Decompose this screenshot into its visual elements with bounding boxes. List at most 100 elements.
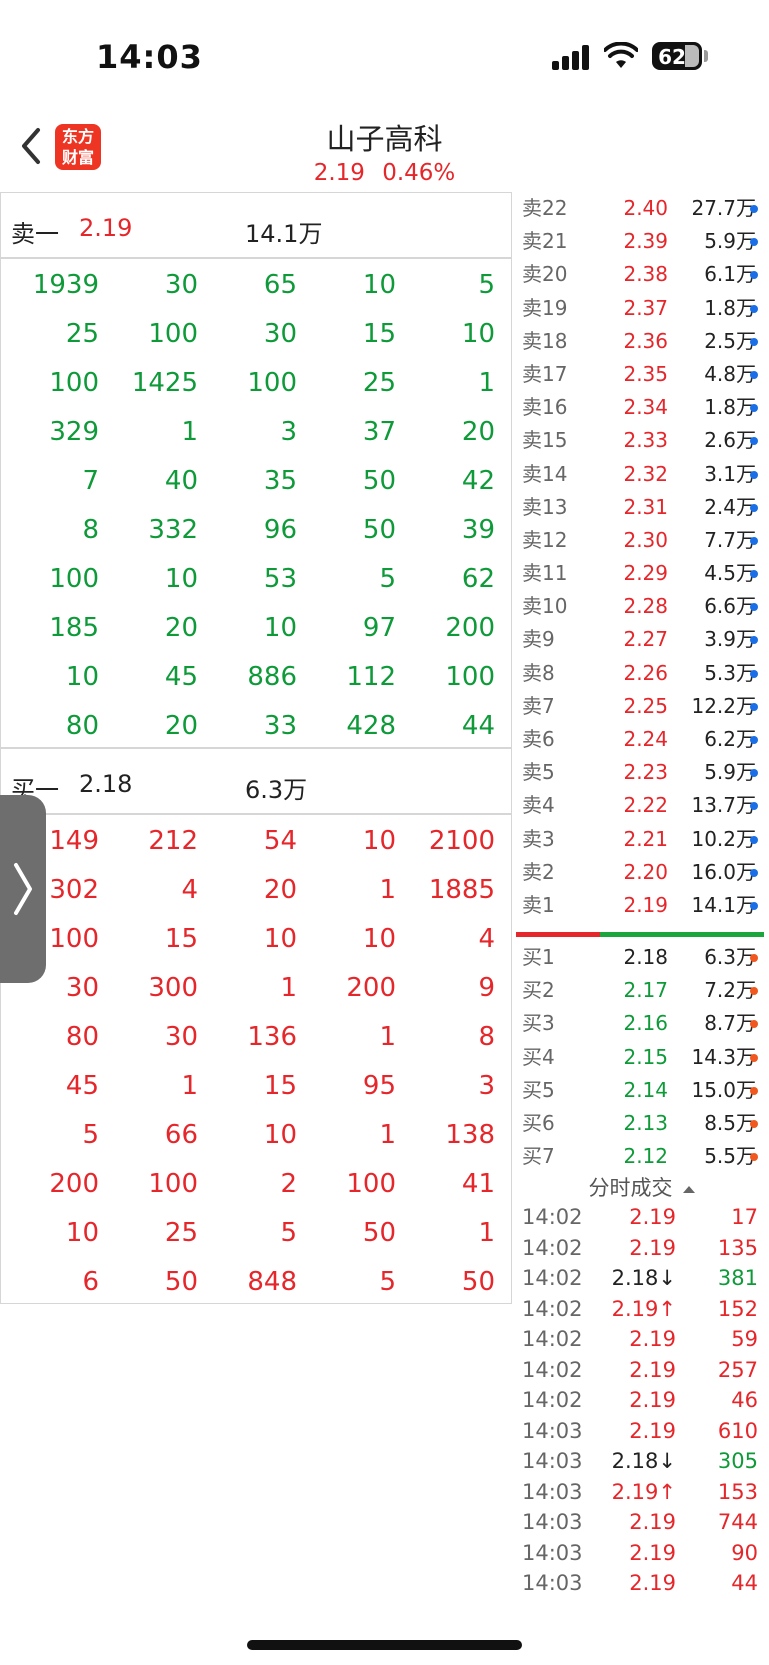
ask-price: 2.28 — [623, 594, 668, 619]
ask-row[interactable]: 卖15 2.33 2.6万 — [514, 424, 769, 457]
queue-cell: 100 — [148, 319, 198, 349]
ask-row[interactable]: 卖10 2.28 6.6万 — [514, 590, 769, 623]
bid-row[interactable]: 买2 2.17 7.2万 — [514, 974, 769, 1007]
time-and-sales-list[interactable]: 14:02 2.19 17 14:02 2.19 135 14:02 2.18↓ 381 14:0… — [514, 1202, 769, 1599]
ask-row[interactable]: 卖4 2.22 13.7万 — [514, 789, 769, 822]
ask-level-label: 卖5 — [522, 760, 555, 785]
ask-row[interactable]: 卖8 2.26 5.3万 — [514, 657, 769, 690]
ticks-header[interactable]: 分时成交 — [514, 1172, 769, 1200]
tick-volume: 257 — [717, 1357, 758, 1382]
ask-row[interactable]: 卖14 2.32 3.1万 — [514, 458, 769, 491]
ask-dot-icon — [750, 304, 758, 313]
queue-cell: 30 — [263, 319, 297, 349]
ask-row[interactable]: 卖21 2.39 5.9万 — [514, 225, 769, 258]
ask-price: 2.35 — [623, 361, 668, 386]
tick-time: 14:03 — [522, 1571, 583, 1595]
tick-volume: 152 — [717, 1296, 758, 1321]
queue-cell: 33 — [263, 711, 297, 741]
ask-row[interactable]: 卖18 2.36 2.5万 — [514, 325, 769, 358]
ask-row[interactable]: 卖20 2.38 6.1万 — [514, 258, 769, 291]
ask-row[interactable]: 卖3 2.21 10.2万 — [514, 823, 769, 856]
ask-row[interactable]: 卖5 2.23 5.9万 — [514, 756, 769, 789]
ask-level-label: 卖17 — [522, 361, 568, 386]
ask-row[interactable]: 卖2 2.20 16.0万 — [514, 856, 769, 889]
queue-cell: 428 — [346, 711, 396, 741]
ask-row[interactable]: 卖22 2.40 27.7万 — [514, 192, 769, 225]
bid-row[interactable]: 买3 2.16 8.7万 — [514, 1007, 769, 1040]
bid-dot-icon — [750, 1086, 758, 1095]
bid-volume: 14.3万 — [691, 1044, 756, 1069]
ask-dot-icon — [750, 603, 758, 612]
queue-cell: 20 — [164, 711, 198, 741]
bid-row[interactable]: 买6 2.13 8.5万 — [514, 1107, 769, 1140]
tick-time: 14:02 — [522, 1357, 583, 1382]
tick-volume: 46 — [731, 1388, 758, 1412]
ask-row[interactable]: 卖19 2.37 1.8万 — [514, 292, 769, 325]
ask-volume: 14.1万 — [691, 892, 756, 917]
queue-cell: 3 — [280, 417, 297, 447]
queue-cell: 138 — [445, 1120, 495, 1150]
bid-row[interactable]: 买1 2.18 6.3万 — [514, 941, 769, 974]
ask-row[interactable]: 卖17 2.35 4.8万 — [514, 358, 769, 391]
ask-level-label: 卖21 — [522, 229, 568, 254]
ask-row[interactable]: 卖1 2.19 14.1万 — [514, 889, 769, 922]
bid-dot-icon — [750, 1053, 758, 1062]
bid-level-label: 买7 — [522, 1144, 555, 1169]
queue-cell: 15 — [164, 924, 198, 954]
queue-cell: 1 — [478, 368, 495, 398]
ask-price: 2.20 — [623, 859, 668, 884]
ask-level-label: 卖12 — [522, 527, 568, 552]
ask-price: 2.40 — [623, 196, 668, 220]
ask-volume: 3.1万 — [704, 461, 756, 486]
ask-dot-icon — [750, 570, 758, 579]
tick-price: 2.19 — [629, 1235, 676, 1260]
bid-row[interactable]: 买7 2.12 5.5万 — [514, 1140, 769, 1173]
tick-price: 2.19↑ — [611, 1479, 676, 1504]
queue-cell: 100 — [148, 1169, 198, 1199]
ask-dot-icon — [750, 503, 758, 512]
ask-row[interactable]: 卖11 2.29 4.5万 — [514, 557, 769, 590]
queue-cell: 10 — [263, 1120, 297, 1150]
queue-cell: 112 — [346, 662, 396, 692]
queue-cell: 1 — [181, 1071, 198, 1101]
buy-one-header: 买一 2.18 6.3万 — [1, 749, 511, 815]
bid-row[interactable]: 买5 2.14 15.0万 — [514, 1074, 769, 1107]
caret-up-icon — [682, 1185, 695, 1193]
ask-price: 2.26 — [623, 660, 668, 685]
ask-row[interactable]: 卖16 2.34 1.8万 — [514, 391, 769, 424]
ask-row[interactable]: 卖12 2.30 7.7万 — [514, 524, 769, 557]
bid-row[interactable]: 买4 2.15 14.3万 — [514, 1041, 769, 1074]
ask-level-label: 卖7 — [522, 693, 555, 718]
bid-dot-icon — [750, 1153, 758, 1162]
queue-cell: 37 — [362, 417, 396, 447]
ask-row[interactable]: 卖7 2.25 12.2万 — [514, 690, 769, 723]
ask-dot-icon — [750, 868, 758, 877]
tick-price: 2.18↓ — [611, 1266, 676, 1290]
queue-cell: 97 — [362, 613, 396, 643]
ask-row[interactable]: 卖9 2.27 3.9万 — [514, 623, 769, 656]
queue-cell: 1 — [379, 1120, 396, 1150]
home-indicator[interactable] — [247, 1640, 522, 1650]
tick-row: 14:02 2.19 59 — [514, 1324, 769, 1355]
tick-price: 2.19 — [629, 1418, 676, 1443]
queue-cell: 41 — [461, 1169, 495, 1199]
ask-level-label: 卖4 — [522, 793, 555, 818]
buy-one-price: 2.18 — [79, 770, 133, 798]
ask-level-label: 卖14 — [522, 461, 568, 486]
ask-row[interactable]: 卖13 2.31 2.4万 — [514, 491, 769, 524]
ask-dot-icon — [750, 205, 758, 213]
sell-one-header: 卖一 2.19 14.1万 — [1, 193, 511, 259]
bid-price: 2.15 — [623, 1044, 668, 1069]
side-panel-handle[interactable] — [0, 795, 46, 983]
ask-row[interactable]: 卖6 2.24 6.2万 — [514, 723, 769, 756]
queue-cell: 50 — [362, 515, 396, 545]
queue-cell: 54 — [263, 826, 297, 856]
ask-volume: 2.6万 — [704, 428, 756, 453]
tick-time: 14:03 — [522, 1510, 583, 1534]
ask-level-label: 卖18 — [522, 328, 568, 353]
queue-cell: 10 — [461, 319, 495, 349]
stock-quote: 2.19 0.46% — [0, 160, 769, 186]
ask-price: 2.32 — [623, 461, 668, 486]
tick-price: 2.19 — [629, 1388, 676, 1412]
ask-dot-icon — [750, 271, 758, 280]
